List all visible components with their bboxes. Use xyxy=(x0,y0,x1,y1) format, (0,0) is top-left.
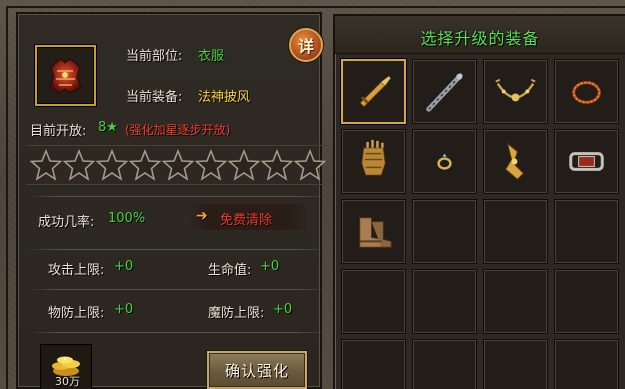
equipment-slot[interactable] xyxy=(483,129,548,194)
equipment-slot[interactable] xyxy=(412,59,477,124)
equipment-slot-empty[interactable] xyxy=(412,269,477,334)
equipment-slot[interactable] xyxy=(554,129,619,194)
divider xyxy=(28,249,328,250)
open-level-note: (强化加星逐步开放) xyxy=(125,123,231,137)
bracelet-icon xyxy=(572,81,601,104)
stat-label: 魔防上限: xyxy=(208,306,265,321)
current-slot-label: 当前部位: xyxy=(126,49,183,64)
equipment-slot-empty[interactable] xyxy=(554,269,619,334)
stat-value: +0 xyxy=(260,259,280,274)
equipment-slot-empty[interactable] xyxy=(554,339,619,389)
success-rate-label: 成功几率: xyxy=(38,215,95,230)
current-equip-label: 当前装备: xyxy=(126,90,183,105)
equipment-slot-empty[interactable] xyxy=(412,339,477,389)
arrow-right-icon: ➜ xyxy=(196,208,208,224)
star-empty-icon xyxy=(96,149,128,181)
free-clear-button[interactable]: ➜ 免费清除 xyxy=(190,204,308,230)
star-empty-icon xyxy=(195,149,227,181)
enhance-panel: 当前部位: 衣服 当前装备: 法神披风 详 目前开放: 8★ (强化加星逐步开放… xyxy=(16,12,328,389)
belt-icon xyxy=(505,142,525,180)
star-empty-icon xyxy=(129,149,161,181)
sword-icon xyxy=(359,76,391,108)
divider xyxy=(28,289,328,290)
equipment-slot-empty[interactable] xyxy=(341,269,406,334)
current-equip-value: 法神披风 xyxy=(198,90,251,105)
divider xyxy=(28,332,328,333)
confirm-enhance-button[interactable]: 确认强化 xyxy=(207,351,307,389)
current-slot-value: 衣服 xyxy=(198,49,225,64)
equipment-slot[interactable] xyxy=(554,59,619,124)
gold-cost-label: 30万 xyxy=(55,375,80,388)
current-item-slot[interactable] xyxy=(35,45,96,106)
star-empty-icon xyxy=(30,149,62,181)
gauntlet-icon xyxy=(361,139,386,176)
stat-value: +0 xyxy=(114,302,134,317)
star-empty-icon xyxy=(228,149,260,181)
free-clear-label: 免费清除 xyxy=(220,213,273,228)
panel-title: 选择升级的装备 xyxy=(420,29,540,48)
ring-icon xyxy=(437,153,452,170)
robe-icon xyxy=(49,58,82,94)
equipment-select-panel: 选择升级的装备 xyxy=(333,14,625,389)
stat-label: 生命值: xyxy=(208,263,252,278)
equipment-slot[interactable] xyxy=(412,129,477,194)
equipment-slot[interactable] xyxy=(341,59,406,124)
open-level-label: 目前开放: xyxy=(30,124,87,139)
equipment-slot-empty[interactable] xyxy=(483,269,548,334)
stat-value: +0 xyxy=(114,259,134,274)
star-empty-icon xyxy=(162,149,194,181)
equipment-slot[interactable] xyxy=(341,199,406,264)
divider xyxy=(28,196,328,197)
necklace-icon xyxy=(495,78,536,102)
star-empty-icon xyxy=(63,149,95,181)
equipment-slot-empty[interactable] xyxy=(412,199,477,264)
star-empty-icon xyxy=(261,149,293,181)
equipment-slot-empty[interactable] xyxy=(483,339,548,389)
chain-bracelet-icon xyxy=(569,152,604,171)
detail-button[interactable]: 详 xyxy=(289,28,323,62)
stat-label: 物防上限: xyxy=(48,306,105,321)
equipment-slot-empty[interactable] xyxy=(554,199,619,264)
star-empty-icon xyxy=(294,149,326,181)
open-level-value: 8★ xyxy=(98,120,118,135)
panel-header: 选择升级的装备 xyxy=(335,16,625,54)
equipment-slot[interactable] xyxy=(483,59,548,124)
equipment-slot-empty[interactable] xyxy=(341,339,406,389)
stat-label: 攻击上限: xyxy=(48,263,105,278)
success-rate-value: 100% xyxy=(108,211,146,226)
gold-cost-slot: 30万 xyxy=(40,344,92,389)
staff-icon xyxy=(426,73,463,112)
equipment-slot[interactable] xyxy=(341,129,406,194)
equipment-slot-empty[interactable] xyxy=(483,199,548,264)
star-rating-row xyxy=(26,145,326,185)
stat-value: +0 xyxy=(273,302,293,317)
boots-icon xyxy=(359,217,392,248)
